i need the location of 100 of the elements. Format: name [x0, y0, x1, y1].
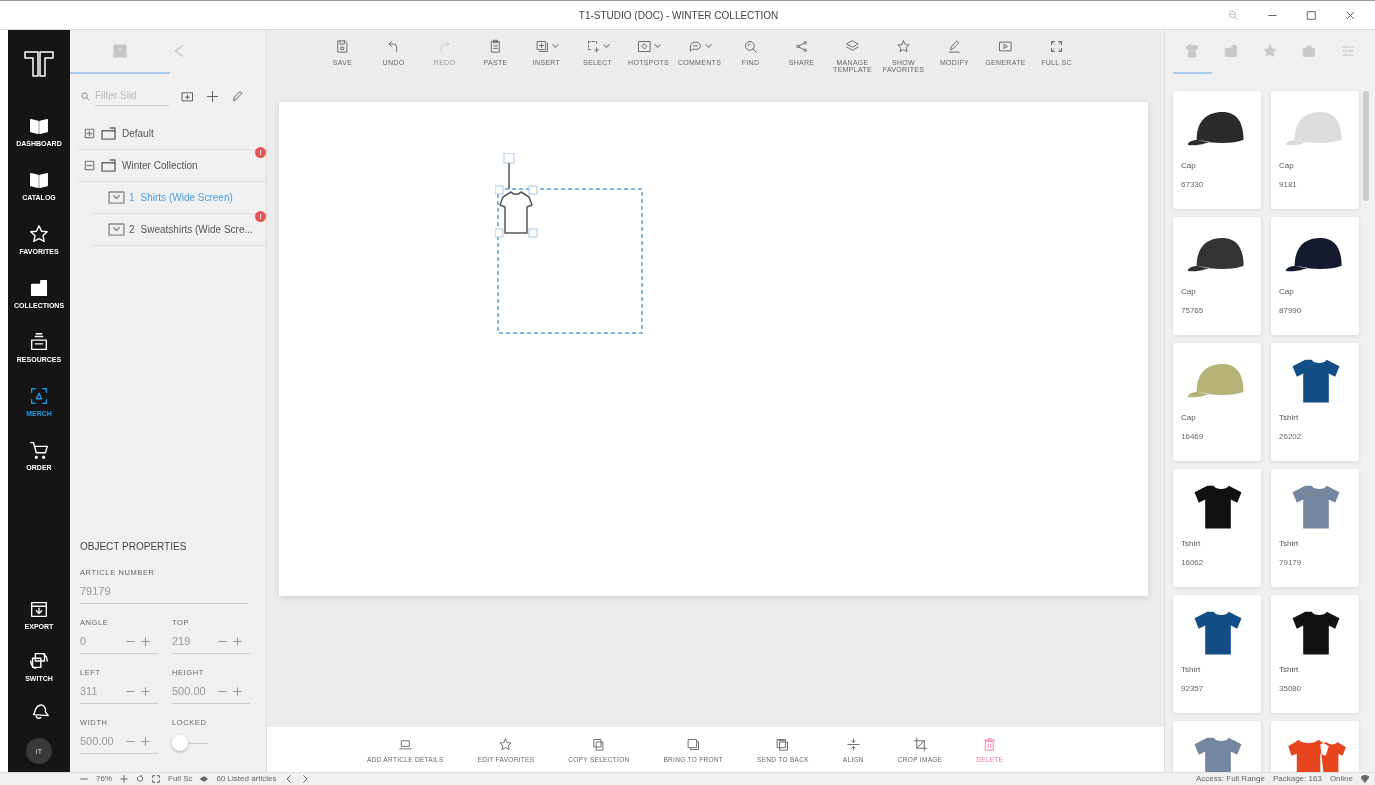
- article-name: Cap: [1181, 413, 1197, 422]
- plus-icon[interactable]: [233, 686, 242, 696]
- article-card[interactable]: Cap 75765: [1173, 217, 1261, 335]
- article-card[interactable]: Tshirt 79179: [1271, 469, 1359, 587]
- slide-icon: [108, 191, 125, 204]
- align-icon: [845, 736, 861, 752]
- article-number: 26202: [1279, 432, 1303, 441]
- minus-icon[interactable]: [80, 775, 88, 783]
- package-status: Package: 163: [1272, 774, 1322, 784]
- article-name: Tshirt: [1279, 413, 1300, 422]
- logo-icon: [23, 50, 55, 78]
- article-name: Cap: [1279, 287, 1295, 296]
- cart-icon: [28, 439, 50, 461]
- article-name: Cap: [1279, 161, 1295, 170]
- scrollbar-thumb[interactable]: [1363, 91, 1369, 201]
- listed-articles-count: 60 Listed articles: [216, 774, 277, 784]
- zoom-icon[interactable]: [1227, 8, 1240, 22]
- article-name: Tshirt: [1279, 539, 1300, 548]
- plus-icon[interactable]: [233, 636, 242, 646]
- layers-icon: [845, 38, 860, 54]
- tray-icon: [28, 331, 50, 353]
- slide-icon: [111, 42, 129, 60]
- plus-icon[interactable]: [141, 736, 150, 746]
- copy-icon: [591, 736, 607, 752]
- selection-icon: [585, 38, 601, 54]
- rotate-icon[interactable]: [136, 775, 144, 783]
- section-title: OBJECT PROPERTIES: [80, 541, 188, 552]
- sliders-icon: [1339, 43, 1356, 59]
- article-number: 9181: [1279, 180, 1298, 189]
- maximize-icon[interactable]: [1305, 8, 1318, 22]
- folder-icon: [101, 127, 116, 140]
- alert-badge: !: [255, 147, 266, 158]
- article-card[interactable]: Tshirt 26202: [1271, 343, 1359, 461]
- star-icon: [498, 736, 514, 752]
- article-number: 16469: [1181, 432, 1205, 441]
- tree-item[interactable]: Default: [78, 118, 266, 150]
- collapse-icon[interactable]: [84, 160, 95, 171]
- play-icon: [998, 38, 1013, 54]
- locked-toggle[interactable]: [172, 735, 208, 751]
- article-card[interactable]: Cap 67330: [1173, 91, 1261, 209]
- folder-icon: [101, 159, 116, 172]
- article-number: 92357: [1181, 684, 1205, 693]
- access-status: Access: Full Range: [1196, 774, 1265, 784]
- article-card[interactable]: Tshirt 92357: [1173, 595, 1261, 713]
- slide-icon: [108, 223, 125, 236]
- eye-icon: [200, 775, 209, 783]
- send-back-icon: [775, 736, 791, 752]
- hotspot-icon: [636, 38, 652, 54]
- article-number: 79179: [1279, 558, 1303, 567]
- bring-front-icon: [685, 736, 701, 752]
- tree-item[interactable]: Winter Collection !: [78, 150, 266, 182]
- article-number: 35080: [1279, 684, 1303, 693]
- connection-status: Online: [1329, 774, 1353, 784]
- full-screen-link[interactable]: Full Sc: [168, 774, 193, 784]
- fullscreen-icon[interactable]: [152, 775, 160, 783]
- search-icon: [80, 90, 91, 102]
- comment-icon: [687, 38, 703, 54]
- slide-item[interactable]: 2 Sweatshirts (Wide Scre... !: [92, 214, 266, 246]
- star-icon: [1262, 43, 1278, 59]
- crop-icon: [912, 736, 928, 752]
- alert-badge: !: [255, 211, 266, 222]
- article-card[interactable]: Tshirt 16062: [1173, 469, 1261, 587]
- fullscreen-icon: [1049, 38, 1064, 54]
- search-icon: [743, 38, 758, 54]
- zoom-level: 76%: [96, 774, 112, 784]
- wifi-icon: [1361, 775, 1369, 783]
- folder-icon: [1223, 43, 1240, 59]
- trash-icon: [982, 736, 998, 752]
- selected-tshirt-drawing[interactable]: [495, 153, 645, 335]
- star-icon: [896, 38, 911, 54]
- folder-icon: [28, 277, 50, 299]
- switch-icon: [28, 650, 50, 672]
- article-card[interactable]: Cap 87990: [1271, 217, 1359, 335]
- article-number: 75765: [1181, 306, 1205, 315]
- clipboard-icon: [488, 38, 503, 54]
- article-name: Tshirt: [1181, 665, 1202, 674]
- pencil-icon[interactable]: [230, 88, 245, 104]
- article-number: 67330: [1181, 180, 1205, 189]
- expand-icon[interactable]: [84, 128, 95, 139]
- save-icon: [335, 38, 350, 54]
- plus-icon[interactable]: [205, 88, 220, 104]
- article-card[interactable]: Tshirt 35080: [1271, 595, 1359, 713]
- plus-icon[interactable]: [120, 775, 128, 783]
- article-name: Tshirt: [1279, 665, 1300, 674]
- plus-icon[interactable]: [141, 636, 150, 646]
- article-number: 87990: [1279, 306, 1303, 315]
- article-name: Cap: [1181, 287, 1197, 296]
- insert-icon: [534, 38, 550, 54]
- focus-icon: [28, 385, 50, 407]
- article-card[interactable]: Cap 9181: [1271, 91, 1359, 209]
- article-card[interactable]: Cap 16469: [1173, 343, 1261, 461]
- plus-icon[interactable]: [141, 686, 150, 696]
- article-name: Tshirt: [1181, 539, 1202, 548]
- chevron-left-icon[interactable]: [284, 775, 293, 783]
- chevron-right-icon[interactable]: [300, 775, 309, 783]
- share-icon: [794, 38, 809, 54]
- tshirt-icon: [1184, 43, 1201, 59]
- box-icon: [1300, 43, 1317, 59]
- article-number: 16062: [1181, 558, 1205, 567]
- article-name: Cap: [1181, 161, 1197, 170]
